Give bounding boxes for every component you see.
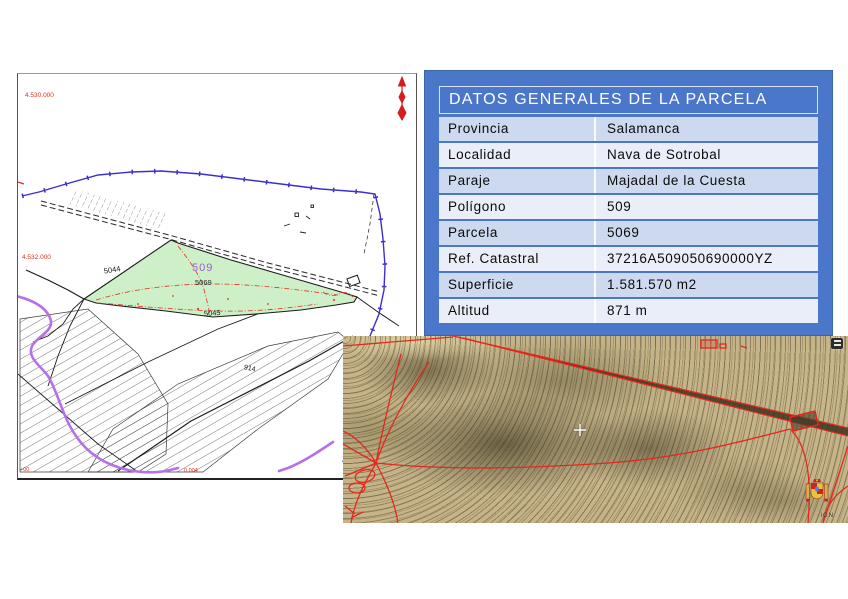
row-label: Localidad [439, 143, 594, 167]
photo-overlay [343, 336, 848, 523]
coord-label-bottom-mid: 0.004 [184, 468, 198, 474]
row-label: Superficie [439, 273, 594, 297]
north-arrow-icon [398, 77, 406, 120]
parcel-label-5044: 5044 [103, 264, 121, 275]
row-label: Provincia [439, 117, 594, 141]
row-value: 509 [594, 195, 818, 219]
table-row: Localidad Nava de Sotrobal [439, 143, 818, 167]
row-label: Parcela [439, 221, 594, 245]
row-value: 37216A509050690000YZ [594, 247, 818, 271]
table-title: DATOS GENERALES DE LA PARCELA [439, 86, 818, 114]
table-row: Superficie 1.581.570 m2 [439, 273, 818, 297]
photo-attribution: IGN [820, 513, 834, 519]
table-row: Provincia Salamanca [439, 117, 818, 141]
row-value: 1.581.570 m2 [594, 273, 818, 297]
page: 5044 509 5069 5045 914 4.530.000 4.532.0… [0, 0, 848, 599]
row-value: Majadal de la Cuesta [594, 169, 818, 193]
row-value: Nava de Sotrobal [594, 143, 818, 167]
parcel-data-table: DATOS GENERALES DE LA PARCELA Provincia … [424, 70, 833, 336]
table-row: Parcela 5069 [439, 221, 818, 245]
row-value: 871 m [594, 299, 818, 323]
coord-label-left: 4.532.000 [22, 254, 51, 261]
poligono-label: 509 [192, 262, 213, 274]
row-value: Salamanca [594, 117, 818, 141]
aerial-photo: IGN [343, 336, 848, 523]
row-label: Ref. Catastral [439, 247, 594, 271]
table-row: Polígono 509 [439, 195, 818, 219]
photo-red-boundaries [343, 336, 848, 523]
parcel-label-5045: 5045 [204, 308, 221, 318]
table-row: Ref. Catastral 37216A509050690000YZ [439, 247, 818, 271]
row-label: Paraje [439, 169, 594, 193]
coord-label-top: 4.530.000 [25, 92, 54, 99]
table-row: Paraje Majadal de la Cuesta [439, 169, 818, 193]
table-row: Altitud 871 m [439, 299, 818, 323]
crosshair-icon [574, 424, 586, 436]
parcela-label: 5069 [195, 278, 212, 287]
coord-label-bottom-left: +00 [20, 467, 29, 473]
highlighted-parcel [84, 240, 357, 317]
layers-button-icon[interactable] [831, 338, 843, 349]
parcel-strip-clusters [20, 189, 350, 472]
row-label: Altitud [439, 299, 594, 323]
row-label: Polígono [439, 195, 594, 219]
row-value: 5069 [594, 221, 818, 245]
building-marks [284, 205, 314, 233]
